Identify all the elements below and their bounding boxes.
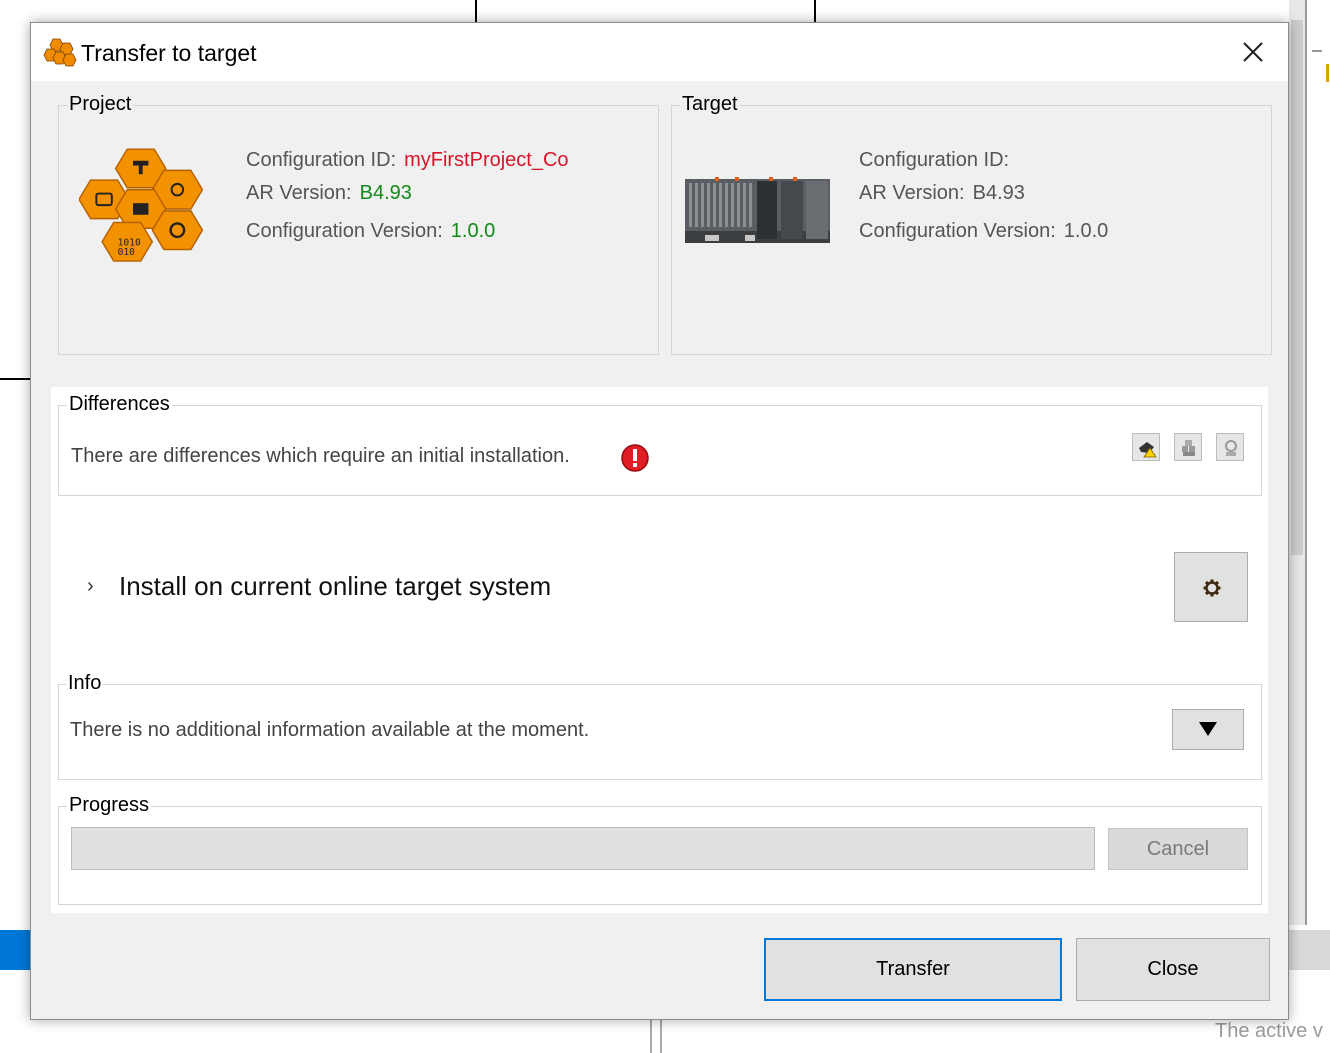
bg-marker [1326,64,1329,82]
target-group-label: Target [680,93,740,116]
install-settings-button[interactable] [1174,552,1248,622]
differences-message: There are differences which require an i… [71,445,570,467]
target-config-id-label: Configuration ID: [859,149,1010,171]
bg-divider [1305,0,1307,925]
target-ar-version-value: B4.93 [972,182,1025,204]
transfer-dialog: Transfer to target Project 1010 010 Conf… [30,22,1289,1020]
bg-scrollbar-thumb [1291,20,1303,555]
project-config-id-value: myFirstProject_Co [404,149,569,171]
bg-divider [1312,50,1322,52]
target-config-version-value: 1.0.0 [1063,220,1109,242]
project-ar-version-value: B4.93 [359,182,412,204]
project-config-version-value: 1.0.0 [450,220,496,242]
project-config-id: Configuration ID: myFirstProject_Co [246,149,569,172]
bg-divider [650,1020,652,1053]
target-config-version-label: Configuration Version: [859,220,1056,242]
info-message: There is no additional information avail… [70,719,590,741]
show-details-button[interactable] [1216,433,1244,461]
differences-group-label: Differences [67,393,172,416]
show-warnings-button[interactable] [1132,433,1160,461]
dialog-title: Transfer to target [81,40,257,66]
title-bar: Transfer to target [31,23,1288,81]
bg-divider [660,1020,662,1053]
target-ar-version-label: AR Version: [859,182,965,204]
bg-panel [1289,930,1330,970]
project-config-version-label: Configuration Version: [246,220,443,242]
bg-divider [814,0,816,22]
target-config-id: Configuration ID: [859,149,1017,172]
install-option-label[interactable]: Install on current online target system [119,571,551,602]
bg-selection-bar [0,930,30,970]
plc-device-icon [685,177,830,243]
transfer-button[interactable]: Transfer [764,938,1062,1001]
info-group-label: Info [66,672,104,695]
bnr-automation-hex-icon [43,38,77,67]
close-icon[interactable] [1236,35,1270,69]
show-modules-button[interactable] [1174,433,1202,461]
warning-filter-icon [1139,442,1157,458]
bg-status-text: The active v [1215,1020,1323,1042]
target-config-version: Configuration Version: 1.0.0 [859,220,1108,243]
target-ar-version: AR Version: B4.93 [859,182,1025,205]
search-filter-icon [1225,440,1237,456]
install-expand-chevron-icon[interactable]: › [87,575,94,598]
progress-bar [71,827,1095,870]
project-ar-version-label: AR Version: [246,182,352,204]
project-group-label: Project [67,93,134,116]
project-hex-icon: 1010 010 [79,148,204,262]
triangle-down-icon [1199,722,1217,736]
bg-divider [0,378,30,380]
modules-filter-icon [1182,440,1195,456]
error-icon [621,444,649,472]
bg-divider [475,0,477,22]
gear-icon [1203,579,1221,597]
project-config-version: Configuration Version: 1.0.0 [246,220,495,243]
close-button[interactable]: Close [1076,938,1270,1001]
project-config-id-label: Configuration ID: [246,149,397,171]
info-expand-button[interactable] [1172,709,1244,750]
project-ar-version: AR Version: B4.93 [246,182,412,205]
svg-text:010: 010 [118,247,136,258]
cancel-button[interactable]: Cancel [1108,828,1248,870]
progress-group-label: Progress [67,794,152,817]
